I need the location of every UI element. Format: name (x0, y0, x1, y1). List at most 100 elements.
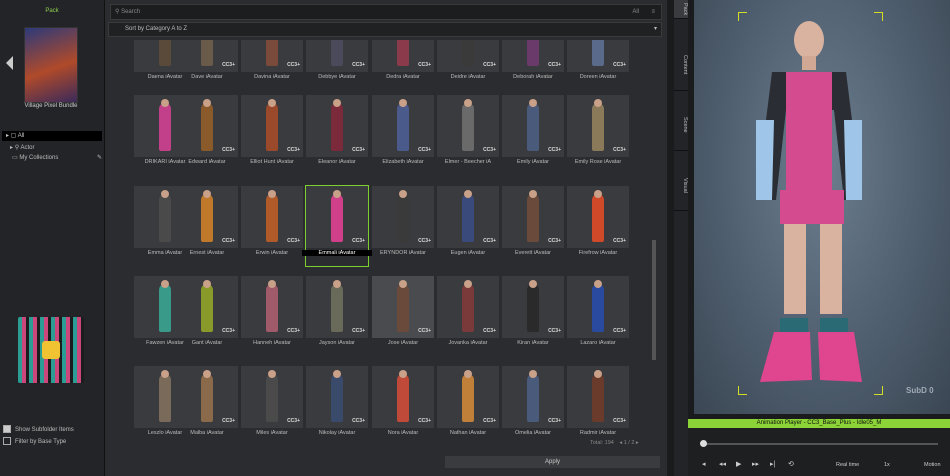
cc3-badge: CC3+ (548, 328, 561, 334)
prev-frame-icon[interactable]: ◂◂ (719, 460, 726, 468)
timeline-slider[interactable] (702, 443, 938, 445)
avatar-card[interactable]: CC3+ Jose iAvatar (372, 276, 434, 356)
avatar-card[interactable]: CC3+ Radmir iAvatar (567, 366, 629, 440)
character-left-leg (784, 224, 806, 314)
crown-logo-icon (42, 341, 60, 359)
goto-end-icon[interactable]: ▸| (770, 460, 775, 468)
speed-value-dropdown[interactable]: 1x (884, 462, 890, 468)
avatar-card[interactable]: CC3+ Eleanor iAvatar (306, 95, 368, 175)
character-right-sock (820, 318, 848, 332)
avatar-head (268, 99, 276, 107)
avatar-card[interactable]: CC3+ Erwin iAvatar (241, 186, 303, 266)
avatar-card[interactable]: CC3+ Davina iAvatar (241, 40, 303, 90)
avatar-card[interactable]: CC3+ Lazaro iAvatar (567, 276, 629, 356)
side-tab-content[interactable]: Content (674, 40, 688, 91)
play-icon[interactable]: ▶ (736, 460, 741, 468)
apply-button[interactable]: Apply (445, 456, 660, 468)
avatar-card[interactable]: CC3+ Elizabeth iAvatar (372, 95, 434, 175)
menu-icon[interactable]: ≡ (651, 5, 655, 19)
next-page-icon[interactable]: ▸ (636, 440, 639, 446)
avatar-card[interactable]: CC3+ Kiran iAvatar (502, 276, 564, 356)
avatar-thumbnail: CC3+ (502, 366, 564, 428)
search-input[interactable]: Search (121, 9, 140, 15)
filter-by-base-type-option[interactable]: Filter by Base Type (3, 436, 103, 448)
avatar-card[interactable]: CC3+ Everett iAvatar (502, 186, 564, 266)
tree-item-actor[interactable]: ▸ ⚲ Actor (10, 143, 102, 153)
avatar-name: Jose iAvatar (387, 340, 419, 346)
avatar-card[interactable]: CC3+ Dedra iAvatar (372, 40, 434, 90)
avatar-card[interactable]: CC3+ Edward iAvatar (176, 95, 238, 175)
avatar-card[interactable]: CC3+ Nikolay iAvatar (306, 366, 368, 440)
loop-icon[interactable]: ⟲ (788, 460, 794, 468)
avatar-card[interactable]: CC3+ Omelia iAvatar (502, 366, 564, 440)
avatar-card[interactable]: CC3+ Deborah iAvatar (502, 40, 564, 90)
avatar-figure (592, 374, 604, 422)
avatar-card[interactable]: CC3+ Firefrow iAvatar (567, 186, 629, 266)
avatar-figure (331, 374, 343, 422)
avatar-card[interactable]: CC3+ Dave iAvatar (176, 40, 238, 90)
avatar-name: Elmer - Beecher iA (444, 159, 492, 165)
cc3-badge: CC3+ (352, 147, 365, 153)
prev-pack-arrow-icon[interactable] (6, 56, 13, 70)
actor-icon: ⚲ (14, 145, 20, 151)
edit-pencil-icon[interactable]: ✎ (97, 153, 102, 163)
chevron-down-icon: ▾ (653, 26, 657, 32)
sort-dropdown[interactable]: Sort by Category A to Z ▾ (108, 22, 662, 37)
side-tab-visual[interactable]: Visual (674, 160, 688, 211)
avatar-head (161, 190, 169, 198)
side-tab-scene[interactable]: Scene (674, 100, 688, 151)
avatar-card[interactable]: CC3+ Elmer - Beecher iA (437, 95, 499, 175)
checkbox-checked-icon[interactable] (3, 425, 11, 434)
avatar-name: Hanneh iAvatar (253, 340, 291, 346)
tree-root[interactable]: ▸ ▢ All (2, 131, 102, 141)
3d-viewport[interactable] (694, 0, 950, 414)
grid-scrollbar-thumb[interactable] (652, 240, 656, 360)
search-bar[interactable]: ⚲ Search All ≡ (110, 4, 662, 20)
pack-thumbnail[interactable] (24, 27, 78, 103)
avatar-card[interactable]: CC3+ Jovanka iAvatar (437, 276, 499, 356)
avatar-figure (159, 374, 171, 422)
avatar-card[interactable]: CC3+ Deidre iAvatar (437, 40, 499, 90)
collection-icon: ▭ (12, 155, 18, 161)
avatar-card[interactable]: CC3+ Emmali iAvatar (302, 185, 372, 267)
show-subfolder-items-option[interactable]: Show Subfolder Items (3, 424, 103, 436)
avatar-card[interactable]: CC3+ Gant iAvatar (176, 276, 238, 356)
speed-mode-label[interactable]: Real time (836, 462, 859, 468)
avatar-card[interactable]: CC3+ Nora iAvatar (372, 366, 434, 440)
avatar-card[interactable]: CC3+ Jayson iAvatar (306, 276, 368, 356)
motion-button[interactable]: Motion (924, 462, 941, 468)
avatar-thumbnail: CC3+ (437, 366, 499, 428)
avatar-card[interactable]: CC3+ Nathan iAvatar (437, 366, 499, 440)
timeline-slider-knob[interactable] (700, 440, 707, 447)
avatar-card[interactable]: CC3+ Emily iAvatar (502, 95, 564, 175)
cc3-badge: CC3+ (222, 238, 235, 244)
animation-player-title: Animation Player - CC3_Base_Plus - Idle0… (688, 419, 950, 428)
avatar-name: Nathan iAvatar (449, 430, 487, 436)
tab-pack[interactable]: Pack (0, 4, 104, 18)
checkbox-icon[interactable] (3, 437, 11, 446)
avatar-card[interactable]: CC3+ Doreen iAvatar (567, 40, 629, 90)
avatar-card[interactable]: CC3+ ERYNDOR iAvatar (372, 186, 434, 266)
character-right-sleeve (844, 120, 862, 200)
tree-item-my-collections[interactable]: ▭ My Collections ✎ (10, 153, 102, 163)
next-frame-icon[interactable]: ▸▸ (752, 460, 759, 468)
avatar-name: Malba iAvatar (190, 430, 224, 436)
avatar-figure (397, 40, 409, 66)
avatar-card[interactable]: CC3+ Ernest iAvatar (176, 186, 238, 266)
cc3-badge: CC3+ (418, 238, 431, 244)
avatar-card[interactable]: CC3+ Hanneh iAvatar (241, 276, 303, 356)
search-filter-dropdown[interactable]: All (632, 5, 639, 19)
avatar-card[interactable]: CC3+ Elliot Hunt iAvatar (241, 95, 303, 175)
prev-page-icon[interactable]: ◂ (619, 440, 622, 446)
option-label: Filter by Base Type (15, 439, 67, 445)
side-tab-pack[interactable]: Pack (674, 0, 688, 19)
avatar-card[interactable]: CC3+ Debbye iAvatar (306, 40, 368, 90)
avatar-card[interactable]: CC3+ Miles iAvatar (241, 366, 303, 440)
cc3-badge: CC3+ (483, 147, 496, 153)
avatar-card[interactable]: CC3+ Malba iAvatar (176, 366, 238, 440)
avatar-figure (527, 40, 539, 66)
avatar-card[interactable]: CC3+ Emily Rose iAvatar (567, 95, 629, 175)
character-top (786, 72, 832, 192)
avatar-card[interactable]: CC3+ Eugen iAvatar (437, 186, 499, 266)
goto-start-icon[interactable]: ◂ (702, 460, 706, 468)
